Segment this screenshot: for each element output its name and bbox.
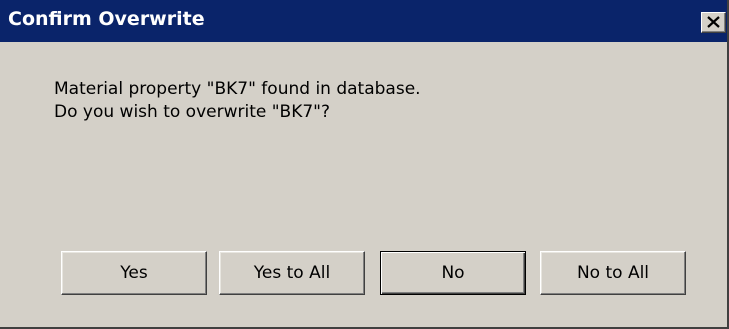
yes-button[interactable]: Yes xyxy=(61,251,207,295)
window-title: Confirm Overwrite xyxy=(8,8,205,30)
yes-to-all-button[interactable]: Yes to All xyxy=(219,251,365,295)
title-bar[interactable]: Confirm Overwrite xyxy=(0,0,727,42)
message-line-2: Do you wish to overwrite "BK7"? xyxy=(54,102,331,122)
close-button[interactable] xyxy=(701,12,726,33)
no-button[interactable]: No xyxy=(380,251,526,295)
no-to-all-button[interactable]: No to All xyxy=(540,251,686,295)
confirm-overwrite-dialog: Confirm Overwrite Material property "BK7… xyxy=(0,0,729,329)
dialog-message: Material property "BK7" found in databas… xyxy=(54,78,421,124)
message-line-1: Material property "BK7" found in databas… xyxy=(54,79,421,99)
